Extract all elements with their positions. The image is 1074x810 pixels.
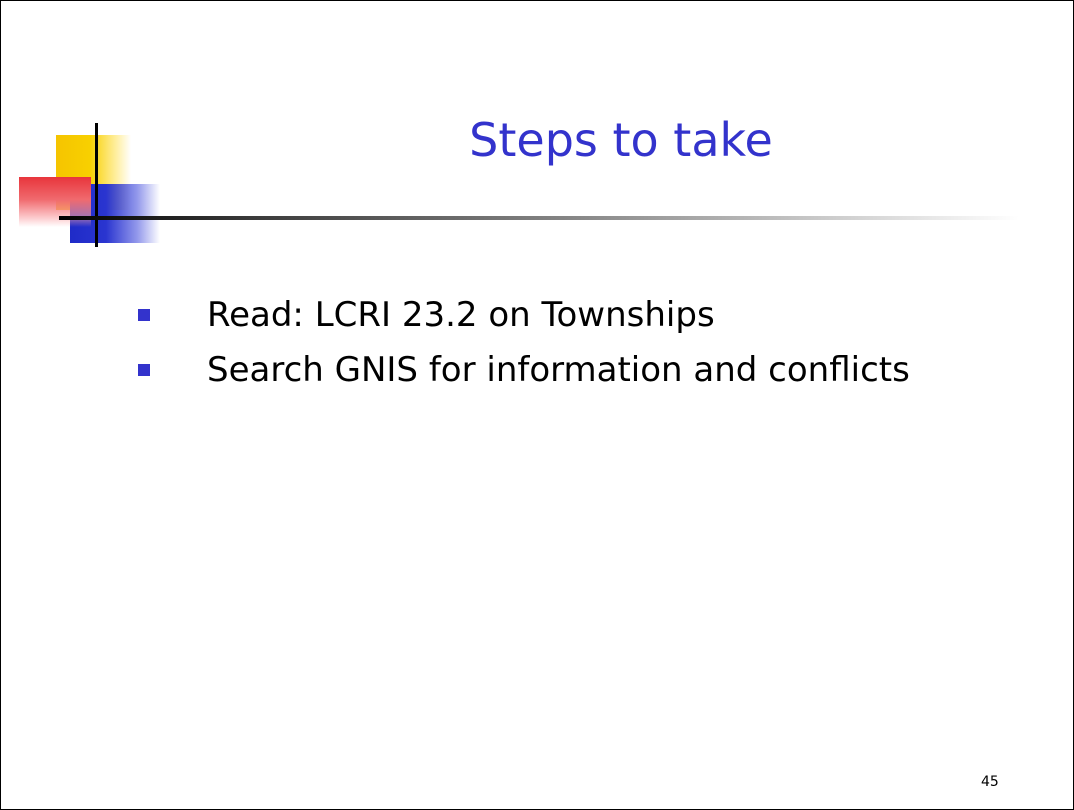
decorative-squares-logo <box>1 1 201 261</box>
square-bullet-icon <box>138 364 150 376</box>
bullet-item: Read: LCRI 23.2 on Townships <box>133 289 933 342</box>
bullet-text: Search GNIS for information and conflict… <box>207 350 910 390</box>
title-underline-rule <box>59 216 1019 220</box>
bullet-item: Search GNIS for information and conflict… <box>133 344 933 397</box>
slide-title: Steps to take <box>469 113 773 167</box>
bullet-list: Read: LCRI 23.2 on Townships Search GNIS… <box>133 289 933 399</box>
slide: Steps to take Read: LCRI 23.2 on Townshi… <box>0 0 1074 810</box>
bullet-text: Read: LCRI 23.2 on Townships <box>207 295 715 335</box>
page-number: 45 <box>981 774 999 790</box>
square-bullet-icon <box>138 309 150 321</box>
vertical-line <box>95 123 98 247</box>
